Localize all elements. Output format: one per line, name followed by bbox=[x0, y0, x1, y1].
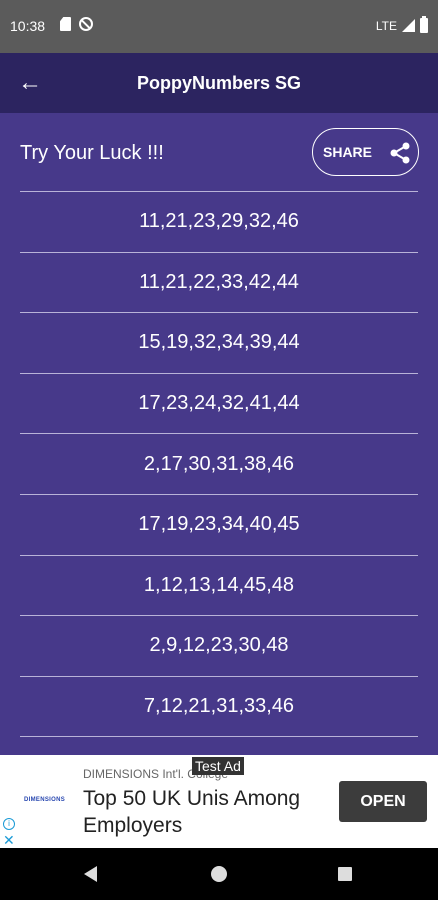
number-combination: 17,19,23,34,40,45 bbox=[138, 513, 300, 536]
number-combination: 11,21,22,33,42,44 bbox=[139, 270, 299, 293]
share-button[interactable]: SHARE bbox=[312, 128, 419, 176]
page-title: Try Your Luck !!! bbox=[20, 142, 164, 164]
number-combination: 7,12,21,31,33,46 bbox=[143, 695, 295, 718]
number-combination: 15,19,32,34,39,44 bbox=[138, 331, 300, 354]
ad-open-button[interactable]: OPEN bbox=[339, 781, 427, 822]
number-row: 11,21,23,29,32,46 bbox=[20, 191, 418, 252]
battery-icon bbox=[420, 16, 428, 33]
signal-icon bbox=[402, 19, 415, 32]
number-row: 11,21,22,33,42,44 bbox=[20, 251, 418, 313]
header-row: Try Your Luck !!! SHARE bbox=[0, 113, 438, 191]
number-combination: 2,9,12,23,30,48 bbox=[149, 634, 289, 657]
number-row: 2,9,12,23,30,48 bbox=[20, 615, 418, 676]
share-icon bbox=[390, 142, 410, 164]
close-icon[interactable]: ✕ bbox=[3, 833, 15, 847]
number-combination: 11,21,23,29,32,46 bbox=[139, 210, 299, 233]
number-combination: 1,12,13,14,45,48 bbox=[143, 573, 295, 596]
number-row: 17,19,23,34,40,45 bbox=[20, 493, 418, 555]
numbers-list: 11,21,23,29,32,46 11,21,22,33,42,44 15,1… bbox=[20, 191, 418, 797]
status-bar: 10:38 LTE bbox=[0, 0, 438, 53]
nav-recents-icon[interactable] bbox=[338, 867, 352, 881]
number-row: 1,12,13,14,45,48 bbox=[20, 554, 418, 616]
status-system-icons: LTE bbox=[375, 16, 428, 33]
app-bar: ← PoppyNumbers SG bbox=[0, 53, 438, 113]
number-combination: 17,23,24,32,41,44 bbox=[138, 392, 300, 415]
ad-banner[interactable]: DIMENSIONS Int'l. College Test Ad DIMENS… bbox=[0, 755, 438, 848]
system-nav-bar bbox=[0, 848, 438, 900]
ad-logo: DIMENSIONS bbox=[24, 797, 66, 803]
number-row: 2,17,30,31,38,46 bbox=[20, 433, 418, 494]
number-row: 7,12,21,31,33,46 bbox=[20, 675, 418, 737]
sd-card-icon bbox=[60, 17, 71, 31]
status-notification-icons bbox=[60, 17, 93, 31]
nav-back-icon[interactable] bbox=[84, 866, 97, 882]
adchoices-icon[interactable]: i bbox=[3, 818, 15, 830]
test-ad-badge: Test Ad bbox=[192, 757, 244, 775]
number-row: 17,23,24,32,41,44 bbox=[20, 372, 418, 434]
app-title: PoppyNumbers SG bbox=[136, 73, 302, 93]
status-time: 10:38 bbox=[10, 18, 46, 34]
ad-headline[interactable]: Top 50 UK Unis Among Employers bbox=[83, 785, 333, 839]
network-type: LTE bbox=[375, 18, 397, 33]
number-combination: 2,17,30,31,38,46 bbox=[143, 452, 295, 475]
share-label: SHARE bbox=[323, 144, 373, 160]
nav-home-icon[interactable] bbox=[211, 866, 227, 882]
number-row: 15,19,32,34,39,44 bbox=[20, 312, 418, 373]
do-not-disturb-icon bbox=[79, 17, 93, 31]
